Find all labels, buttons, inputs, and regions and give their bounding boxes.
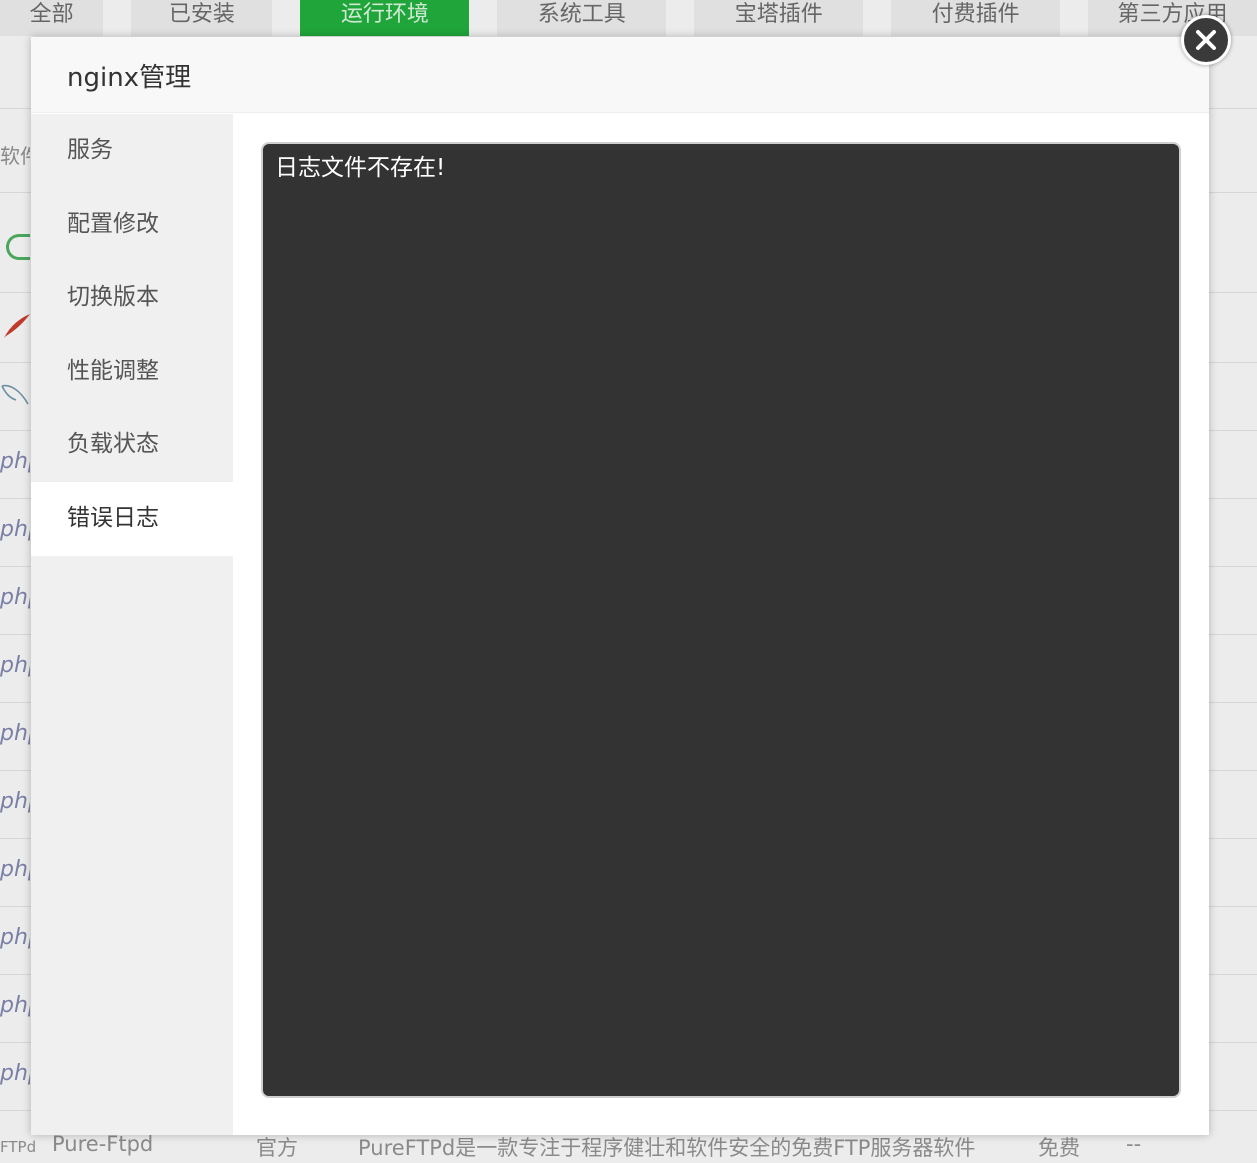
software-category-tabs: 全部 已安装 运行环境 系统工具 宝塔插件 付费插件 第三方应用 xyxy=(0,0,1257,36)
php-icon-label: php xyxy=(0,857,30,882)
software-price: 免费 xyxy=(1038,1136,1080,1160)
software-expiry: -- xyxy=(1126,1132,1142,1156)
tab-third-party[interactable]: 第三方应用 xyxy=(1088,0,1257,36)
app-icon xyxy=(6,234,30,260)
dialog-title: nginx管理 xyxy=(67,63,192,93)
software-description: PureFTPd是一款专注于程序健壮和软件安全的免费FTP服务器软件 xyxy=(358,1136,976,1160)
php-icon-label: php xyxy=(0,449,30,474)
ftp-icon: FTPd xyxy=(0,1138,37,1156)
php-icon-label: php xyxy=(0,1061,30,1086)
php-icon-label: php xyxy=(0,721,30,746)
software-developer: 官方 xyxy=(256,1136,298,1160)
tab-bt-plugins[interactable]: 宝塔插件 xyxy=(694,0,864,36)
close-button[interactable] xyxy=(1181,15,1231,65)
dialog-sidebar: 服务 配置修改 切换版本 性能调整 负载状态 错误日志 xyxy=(31,114,233,1135)
mysql-dolphin-icon xyxy=(1,384,29,405)
dialog-content: 日志文件不存在! xyxy=(233,114,1209,1135)
tab-all[interactable]: 全部 xyxy=(0,0,104,36)
php-icon-label: php xyxy=(0,925,30,950)
apache-feather-icon xyxy=(4,314,30,338)
tab-system-tools[interactable]: 系统工具 xyxy=(497,0,667,36)
tab-runtime[interactable]: 运行环境 xyxy=(300,0,470,36)
close-icon xyxy=(1196,30,1216,50)
sidebar-item-error-log[interactable]: 错误日志 xyxy=(31,481,233,556)
php-icon-label: php xyxy=(0,517,30,542)
php-icon-label: php xyxy=(0,653,30,678)
tab-paid-plugins[interactable]: 付费插件 xyxy=(891,0,1061,36)
sidebar-item-service[interactable]: 服务 xyxy=(31,114,233,188)
tab-installed[interactable]: 已安装 xyxy=(131,0,273,36)
php-icon-label: php xyxy=(0,789,30,814)
dialog-header: nginx管理 xyxy=(31,37,1209,113)
nginx-manager-dialog: nginx管理 服务 配置修改 切换版本 性能调整 负载状态 错误日志 日志文件… xyxy=(31,15,1231,1135)
php-icon-label: php xyxy=(0,993,30,1018)
sidebar-item-performance[interactable]: 性能调整 xyxy=(31,335,233,409)
php-icon-label: php xyxy=(0,585,30,610)
software-name: Pure-Ftpd xyxy=(52,1132,154,1156)
error-log-textarea[interactable]: 日志文件不存在! xyxy=(261,142,1181,1098)
sidebar-item-switch-version[interactable]: 切换版本 xyxy=(31,261,233,335)
sidebar-item-config-edit[interactable]: 配置修改 xyxy=(31,188,233,262)
sidebar-item-load-status[interactable]: 负载状态 xyxy=(31,408,233,482)
table-row: FTPd Pure-Ftpd 官方 PureFTPd是一款专注于程序健壮和软件安… xyxy=(0,1132,1257,1163)
table-header-software: 软件 xyxy=(0,144,30,168)
